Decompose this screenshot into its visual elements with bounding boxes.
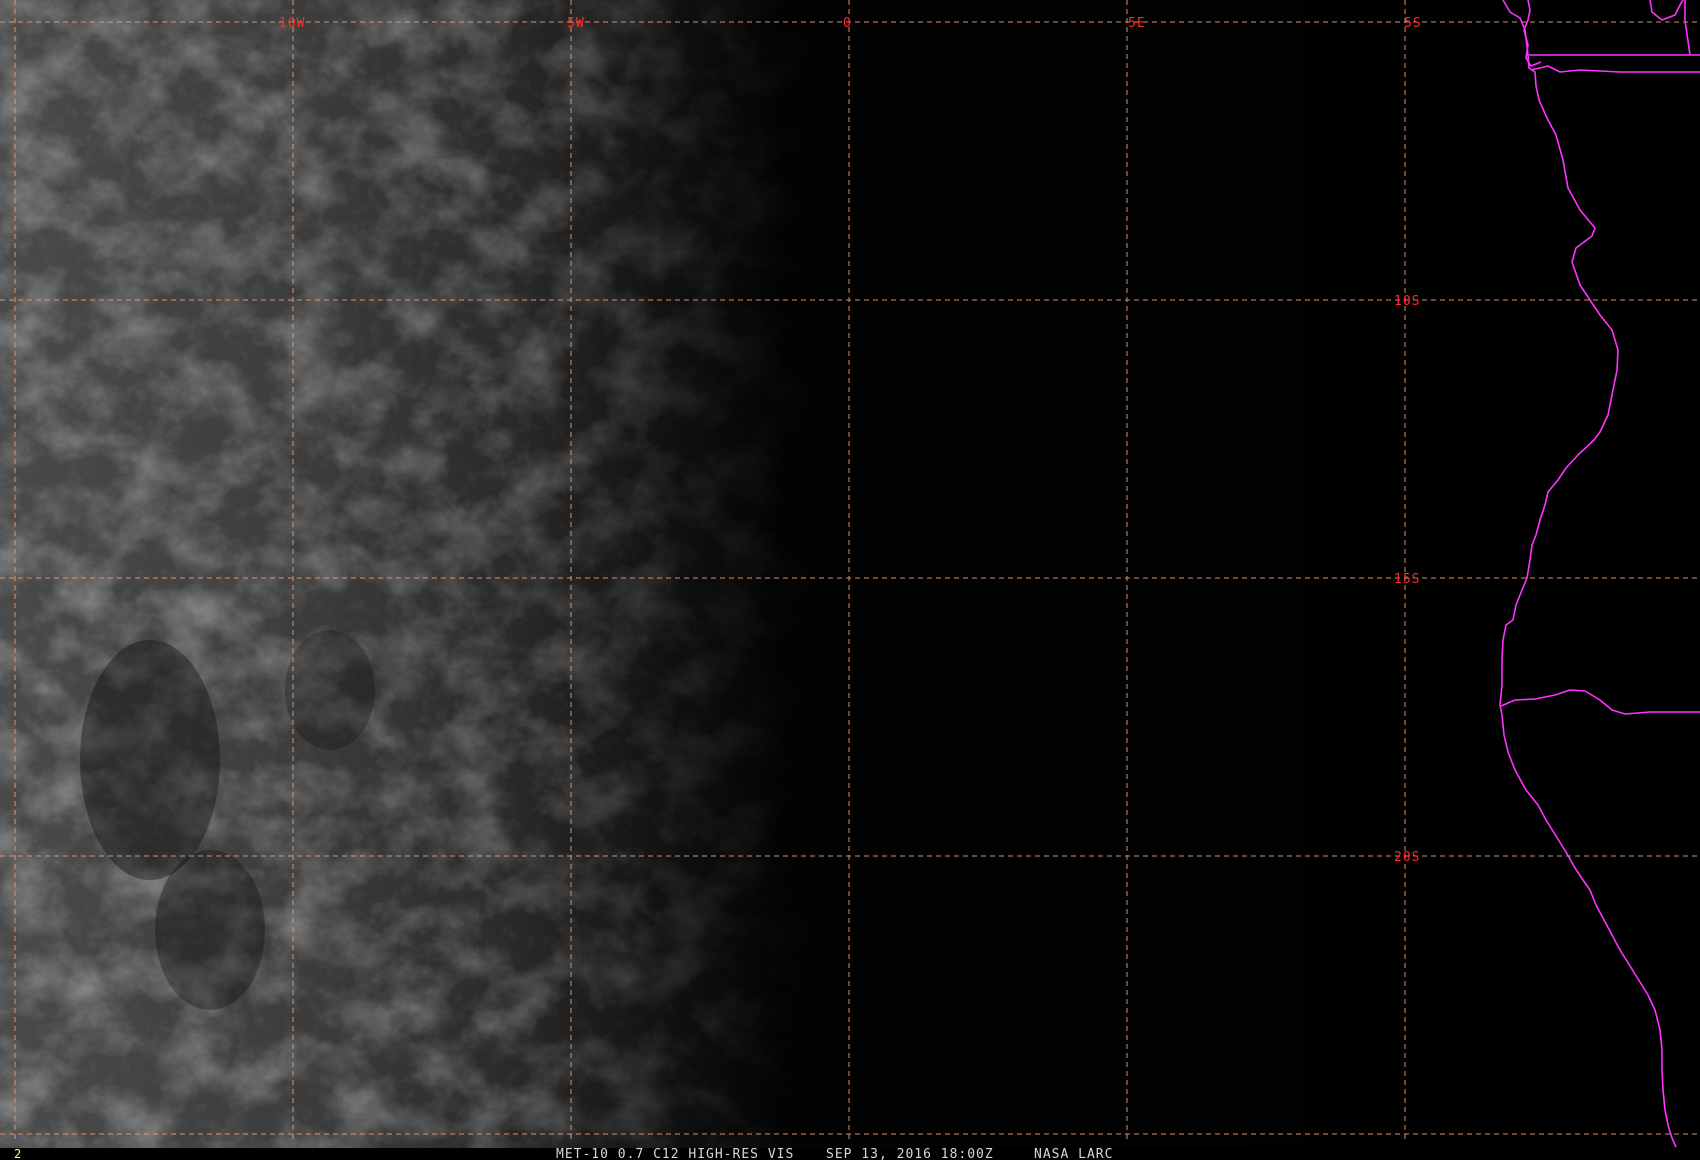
frame-number: 2 <box>14 1147 21 1160</box>
cloud-field <box>0 0 1700 1150</box>
lat-label: 5S <box>1404 16 1422 31</box>
lat-label: 20S <box>1394 850 1420 865</box>
lat-label: 15S <box>1394 572 1420 587</box>
product-caption: MET-10 0.7 C12 HIGH-RES VIS <box>556 1147 794 1160</box>
lat-label: 10S <box>1394 294 1420 309</box>
lon-label: 5W <box>567 16 585 31</box>
lon-label: 10W <box>279 16 305 31</box>
datetime-caption: SEP 13, 2016 18:00Z <box>826 1147 994 1160</box>
lon-label: 5E <box>1128 16 1146 31</box>
source-caption: NASA LARC <box>1034 1147 1113 1160</box>
lon-label: 0 <box>843 16 852 31</box>
satellite-map: 10W 5W 0 5E 5S 10S 15S 20S 2 MET-10 0.7 … <box>0 0 1700 1160</box>
